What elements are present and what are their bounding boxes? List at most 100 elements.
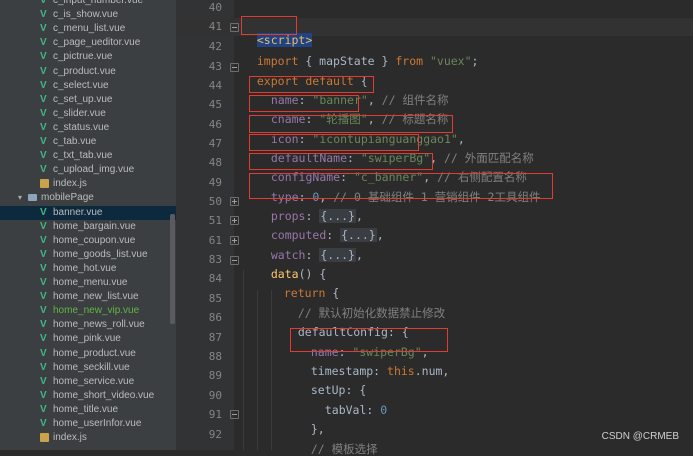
tree-item[interactable]: Vc_tab.vue (0, 135, 176, 149)
highlight-box-script (241, 16, 297, 35)
highlight-box-type (249, 173, 553, 199)
tree-item-label: c_is_show.vue (53, 9, 119, 21)
vue-file-icon: V (40, 291, 47, 303)
line-number: 51 (208, 214, 222, 227)
tree-item[interactable]: Vhome_new_vip.vue (0, 304, 176, 318)
code-line-92[interactable]: // 模板选择 (297, 428, 378, 456)
tree-item[interactable]: Vhome_pink.vue (0, 332, 176, 346)
watermark: CSDN @CRMEB (601, 431, 679, 442)
tree-item-label: home_service.vue (53, 375, 135, 387)
vue-file-icon: V (40, 375, 47, 387)
tree-item[interactable]: Vc_status.vue (0, 121, 176, 135)
vue-file-icon: V (40, 403, 47, 415)
tree-item[interactable]: Vhome_seckill.vue (0, 361, 176, 375)
vue-file-icon: V (40, 79, 47, 91)
line-number: 46 (208, 118, 222, 131)
vue-file-icon: V (40, 51, 47, 63)
tree-item[interactable]: Vc_is_show.vue (0, 8, 176, 22)
indent-guide (271, 290, 272, 450)
tree-item[interactable]: index.js (0, 177, 176, 191)
vue-file-icon: V (40, 23, 47, 35)
vue-file-icon: V (40, 234, 47, 246)
vue-file-icon: V (40, 93, 47, 105)
tree-item[interactable]: Vc_txt_tab.vue (0, 149, 176, 163)
tree-item[interactable]: Vhome_service.vue (0, 375, 176, 389)
tree-item-label: home_userInfor.vue (53, 418, 142, 429)
tree-item-label: banner.vue (53, 206, 103, 218)
tree-item-label: c_product.vue (53, 65, 116, 77)
property-key: tabVal (324, 403, 367, 417)
tree-item[interactable]: Vhome_goods_list.vue (0, 248, 176, 262)
line-number: 92 (208, 428, 222, 441)
fold-marker[interactable] (230, 216, 239, 225)
vue-file-icon: V (40, 248, 47, 260)
js-file-icon (40, 179, 49, 189)
tree-item-label: c_txt_tab.vue (53, 150, 113, 162)
vue-file-icon: V (40, 164, 47, 176)
vue-file-icon: V (40, 333, 47, 345)
tree-item[interactable]: Vhome_hot.vue (0, 262, 176, 276)
tree-folder-mobilepage[interactable]: ▾ mobilePage (0, 191, 176, 205)
tree-item[interactable]: Vc_input_number.vue (0, 0, 176, 8)
tree-item-label: home_news_roll.vue (53, 319, 145, 331)
tree-item[interactable]: Vhome_coupon.vue (0, 234, 176, 248)
line-number: 48 (208, 156, 222, 169)
fold-marker[interactable] (230, 23, 239, 32)
folder-icon (28, 194, 37, 202)
tree-item[interactable]: Vc_set_up.vue (0, 93, 176, 107)
highlight-box-config-name (249, 153, 433, 170)
line-number: 42 (208, 40, 222, 53)
tree-item[interactable]: Vc_select.vue (0, 79, 176, 93)
line-number: 91 (208, 408, 222, 421)
keyword: from (395, 54, 424, 68)
fold-marker[interactable] (230, 236, 239, 245)
vue-file-icon: V (40, 389, 47, 401)
tree-item[interactable]: Vhome_bargain.vue (0, 220, 176, 234)
line-number: 47 (208, 137, 222, 150)
vue-file-icon: V (40, 65, 47, 77)
tree-item-label: c_input_number.vue (53, 0, 144, 6)
tree-item[interactable]: Vc_pictrue.vue (0, 50, 176, 64)
tree-item[interactable]: Vhome_short_video.vue (0, 389, 176, 403)
tree-item[interactable]: Vhome_new_list.vue (0, 290, 176, 304)
fold-marker[interactable] (230, 256, 239, 265)
line-number: 86 (208, 311, 222, 324)
tree-item[interactable]: Vc_page_ueditor.vue (0, 36, 176, 50)
tree-item-label: c_set_up.vue (53, 93, 113, 105)
tree-item-label: home_pink.vue (53, 333, 121, 345)
tree-item[interactable]: Vhome_title.vue (0, 403, 176, 417)
tree-item-label: mobilePage (41, 192, 94, 204)
line-number: 43 (208, 60, 222, 73)
tree-item[interactable]: Vhome_news_roll.vue (0, 318, 176, 332)
chevron-down-icon[interactable]: ▾ (18, 193, 27, 202)
highlight-box-name (249, 76, 374, 93)
highlight-box-default-config-name (290, 328, 448, 352)
tree-item[interactable]: Vhome_userInfor.vue (0, 417, 176, 431)
tree-item[interactable]: Vhome_product.vue (0, 347, 176, 361)
tree-item[interactable]: index.js (0, 431, 176, 445)
vue-file-icon: V (40, 347, 47, 359)
fold-marker[interactable] (230, 63, 239, 72)
tree-item[interactable]: Vhome_menu.vue (0, 276, 176, 290)
module-string: "vuex" (429, 54, 472, 68)
vue-file-icon: V (40, 277, 47, 288)
indent-guide (257, 290, 258, 450)
tree-item[interactable]: Vbanner.vue (0, 205, 176, 220)
number-value: 0 (380, 403, 388, 417)
project-tree-scrollbar[interactable] (170, 214, 175, 324)
tree-item-label: home_bargain.vue (53, 220, 136, 232)
tree-item[interactable]: Vc_menu_list.vue (0, 22, 176, 36)
vue-file-icon: V (40, 418, 47, 429)
tree-item[interactable]: Vc_upload_img.vue (0, 163, 176, 177)
keyword: this (387, 364, 415, 378)
line-number: 40 (208, 1, 222, 14)
tree-item-label: c_slider.vue (53, 107, 106, 119)
project-tree-panel: Vc_input_number.vue Vc_is_show.vue Vc_menu… (0, 0, 176, 450)
punct: .num, (414, 364, 450, 378)
fold-marker[interactable] (230, 197, 239, 206)
tree-item[interactable]: Vc_product.vue (0, 65, 176, 79)
line-number: 50 (208, 195, 222, 208)
fold-marker[interactable] (230, 410, 239, 419)
tree-item[interactable]: Vc_slider.vue (0, 107, 176, 121)
highlight-box-default-name (249, 134, 419, 151)
